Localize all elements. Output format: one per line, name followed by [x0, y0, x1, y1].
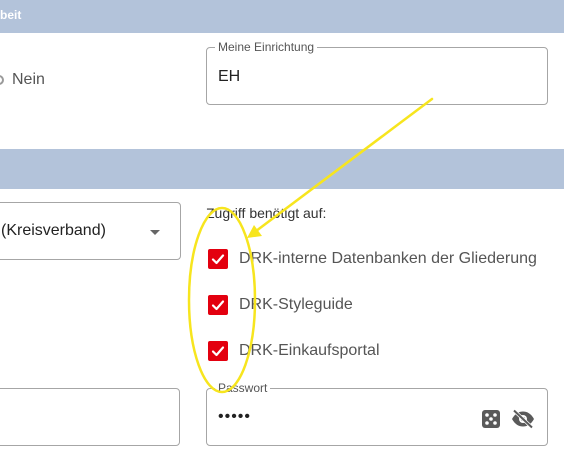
- checkbox-datenbanken[interactable]: [208, 249, 228, 269]
- radio-option-nein[interactable]: Nein: [0, 71, 45, 89]
- einrichtung-label: Meine Einrichtung: [215, 40, 318, 54]
- einrichtung-field[interactable]: Meine Einrichtung EH: [206, 40, 548, 105]
- password-field[interactable]: Passwort •••••: [206, 381, 548, 446]
- chevron-down-icon[interactable]: [150, 230, 160, 235]
- dice-icon[interactable]: [481, 409, 501, 429]
- check-icon: [211, 300, 225, 311]
- password-label: Passwort: [215, 381, 271, 395]
- checkbox-styleguide[interactable]: [208, 295, 228, 315]
- eye-off-icon[interactable]: [511, 409, 535, 429]
- checkbox-einkaufsportal[interactable]: [208, 341, 228, 361]
- check-icon: [211, 346, 225, 357]
- checkbox-row-einkaufsportal[interactable]: DRK-Einkaufsportal: [208, 340, 380, 362]
- radio-label: Nein: [12, 71, 45, 88]
- radio-button[interactable]: [0, 75, 4, 85]
- section-header-access: [0, 149, 564, 189]
- checkbox-label: DRK-interne Datenbanken der Gliederung: [239, 250, 537, 267]
- organization-select-value: (Kreisverband): [1, 222, 106, 239]
- section-header-work: beit: [0, 0, 564, 33]
- organization-select[interactable]: (Kreisverband): [0, 202, 181, 260]
- checkbox-row-styleguide[interactable]: DRK-Styleguide: [208, 294, 353, 316]
- einrichtung-value[interactable]: EH: [218, 68, 240, 86]
- password-icons: [481, 409, 535, 429]
- check-icon: [211, 254, 225, 265]
- left-input-field[interactable]: [0, 388, 180, 446]
- access-title: Zugriff benötigt auf:: [206, 205, 327, 221]
- section-title: beit: [0, 8, 22, 22]
- password-value[interactable]: •••••: [218, 408, 251, 426]
- checkbox-label: DRK-Styleguide: [239, 296, 353, 313]
- checkbox-row-datenbanken[interactable]: DRK-interne Datenbanken der Gliederung: [208, 248, 537, 270]
- checkbox-label: DRK-Einkaufsportal: [239, 342, 380, 359]
